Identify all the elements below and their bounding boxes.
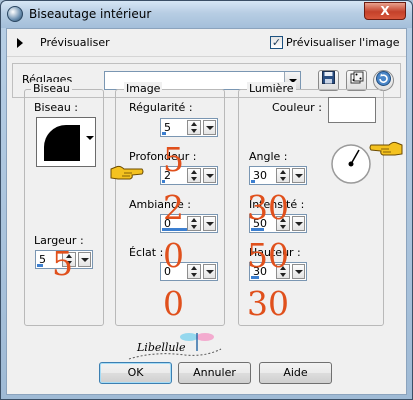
width-slider-bar[interactable] (37, 264, 43, 267)
shininess-input-value: 0 (164, 265, 171, 278)
angle-slider-bar[interactable] (251, 180, 255, 183)
elevation-spinner[interactable]: 30 (249, 262, 307, 281)
ambience-spin-arrows-icon[interactable] (187, 216, 201, 231)
reset-arrow-icon (376, 71, 391, 86)
shininess-label: Éclat : (129, 246, 164, 259)
depth-slider-toggle-icon[interactable] (203, 168, 216, 183)
bevel-legend: Biseau (31, 82, 72, 95)
window-title: Biseautage intérieur (29, 7, 152, 21)
intensity-slider-toggle-icon[interactable] (292, 216, 305, 231)
angle-input-value: 30 (253, 169, 267, 182)
ambience-slider-toggle-icon[interactable] (203, 216, 216, 231)
pointing-hand-icon (110, 165, 144, 180)
image-legend: Image (124, 82, 163, 95)
app-icon (7, 6, 23, 22)
ambience-slider-bar[interactable] (162, 228, 188, 231)
image-panel: Image Régularité : 5 Profondeur : 2 Ambi… (115, 82, 225, 326)
angle-dial[interactable] (330, 143, 372, 185)
pointing-hand-icon (369, 141, 403, 156)
depth-input-value: 2 (164, 169, 171, 182)
close-button[interactable]: X (364, 2, 406, 20)
floppy-icon (322, 71, 335, 84)
depth-label: Profondeur : (129, 150, 197, 163)
angle-spinner[interactable]: 30 (249, 166, 307, 185)
width-slider-toggle-icon[interactable] (78, 252, 91, 267)
smoothness-spin-arrows-icon[interactable] (187, 120, 201, 135)
depth-slider-bar[interactable] (162, 180, 165, 183)
dialog-body: Prévisualiser ✓ Prévisualiser l'image Ré… (6, 28, 407, 395)
intensity-label: Intensité : (249, 198, 305, 211)
shininess-spinner[interactable]: 0 (160, 262, 218, 281)
angle-slider-toggle-icon[interactable] (292, 168, 305, 183)
ambience-label: Ambiance : (129, 198, 192, 211)
intensity-slider-bar[interactable] (251, 228, 264, 231)
elevation-spin-arrows-icon[interactable] (276, 264, 290, 279)
light-legend: Lumière (247, 82, 296, 95)
smoothness-spinner[interactable]: 5 (160, 118, 218, 137)
intensity-spinner[interactable]: 50 (249, 214, 307, 233)
save-preset-button[interactable] (318, 70, 339, 91)
libellule-watermark: Libellule (125, 329, 225, 363)
intensity-spin-arrows-icon[interactable] (276, 216, 290, 231)
expand-arrow-icon[interactable] (17, 38, 23, 48)
cancel-button[interactable]: Annuler (178, 362, 251, 384)
depth-spinner[interactable]: 2 (160, 166, 218, 185)
angle-label: Angle : (249, 150, 288, 163)
width-label: Largeur : (34, 234, 84, 247)
bevel-panel: Biseau Biseau : Largeur : 5 (24, 82, 104, 326)
angle-spin-arrows-icon[interactable] (276, 168, 290, 183)
dice-icon (350, 71, 363, 84)
smoothness-slider-bar[interactable] (162, 132, 166, 135)
preview-image-label[interactable]: Prévisualiser l'image (286, 36, 399, 49)
width-spinner[interactable]: 5 (35, 250, 93, 269)
preview-image-checkbox[interactable]: ✓ (270, 36, 283, 49)
elevation-slider-toggle-icon[interactable] (292, 264, 305, 279)
watermark-text: Libellule (137, 341, 186, 354)
bevel-shape-icon (44, 125, 80, 161)
random-dice-button[interactable] (346, 70, 367, 91)
preview-toggle-label[interactable]: Prévisualiser (40, 36, 110, 49)
smoothness-label: Régularité : (129, 101, 193, 114)
ok-button[interactable]: OK (99, 362, 172, 384)
bevel-shape-label: Biseau : (34, 101, 79, 114)
bevel-dropdown-arrow-icon[interactable] (86, 136, 94, 140)
preview-row: Prévisualiser ✓ Prévisualiser l'image (7, 29, 406, 57)
depth-spin-arrows-icon[interactable] (187, 168, 201, 183)
title-bar[interactable]: Biseautage intérieur X (1, 1, 412, 28)
shininess-slider-toggle-icon[interactable] (203, 264, 216, 279)
color-label: Couleur : (272, 101, 322, 114)
bevel-shape-picker[interactable] (36, 117, 96, 167)
elevation-slider-bar[interactable] (251, 276, 259, 279)
shininess-spin-arrows-icon[interactable] (187, 264, 201, 279)
smoothness-slider-toggle-icon[interactable] (203, 120, 216, 135)
width-spin-arrows-icon[interactable] (62, 252, 76, 267)
elevation-label: Hauteur : (249, 246, 301, 259)
help-button[interactable]: Aide (259, 362, 332, 384)
dialog-window: Biseautage intérieur X Prévisualiser ✓ P… (0, 0, 413, 400)
reset-button[interactable] (373, 70, 394, 91)
ambience-spinner[interactable]: 0 (160, 214, 218, 233)
light-panel: Lumière Couleur : Angle : 30 Intensité :… (238, 82, 384, 326)
light-color-swatch[interactable] (328, 97, 376, 123)
